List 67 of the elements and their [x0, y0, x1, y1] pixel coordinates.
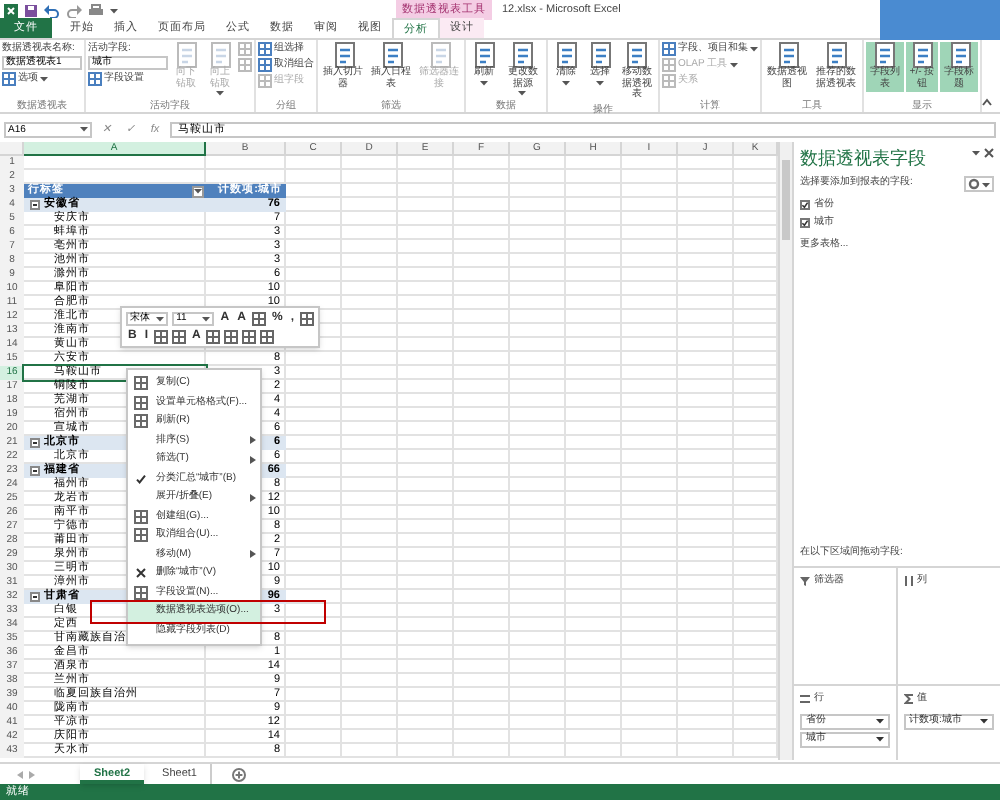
toolbar-button[interactable] — [224, 329, 239, 343]
submenu-arrow-icon — [250, 493, 256, 502]
account-panel — [880, 0, 1000, 40]
grid-icon — [134, 376, 148, 391]
grid-icon — [134, 395, 148, 410]
sigma-icon — [903, 694, 913, 705]
vertical-scrollbar[interactable] — [778, 142, 792, 760]
toolbar-button[interactable] — [206, 329, 221, 343]
grid-icon — [224, 329, 239, 343]
submenu-arrow-icon — [250, 455, 256, 464]
checkbox[interactable] — [800, 200, 810, 211]
caret-icon — [980, 718, 988, 724]
caret-icon — [110, 7, 118, 13]
caret-icon — [982, 181, 990, 187]
rows-icon — [800, 694, 810, 705]
toolbar-button[interactable] — [299, 311, 314, 325]
caret-icon — [729, 62, 738, 68]
grid-icon — [172, 329, 187, 343]
pane-title: 数据透视表字段 — [800, 148, 926, 170]
caret-icon — [972, 150, 980, 156]
x-icon — [136, 568, 146, 579]
caret-icon — [194, 188, 202, 194]
toolbar-button[interactable] — [172, 329, 187, 343]
funnel-icon — [800, 576, 810, 587]
toolbar-button[interactable] — [251, 311, 266, 325]
grid-icon — [242, 329, 257, 343]
submenu-arrow-icon — [250, 436, 256, 445]
columns-icon — [903, 576, 913, 587]
check-icon — [136, 473, 146, 484]
submenu-arrow-icon — [250, 550, 256, 559]
redo-icon — [66, 3, 82, 17]
grid-icon — [134, 509, 148, 524]
close-icon — [984, 148, 994, 158]
toolbar-button[interactable] — [154, 329, 169, 343]
grid-icon — [154, 329, 169, 343]
grid-icon — [299, 311, 314, 325]
grid-icon — [260, 329, 275, 343]
settings-button[interactable] — [964, 176, 994, 192]
caret-icon — [561, 79, 570, 85]
caret-icon — [875, 736, 883, 742]
caret-icon — [202, 315, 211, 321]
caret-icon — [595, 79, 604, 85]
caret-icon — [40, 76, 48, 82]
collapse-ribbon-icon — [982, 98, 993, 106]
add-sheet-button[interactable] — [232, 767, 247, 781]
settings-icon — [968, 178, 980, 190]
grid-icon — [134, 528, 148, 543]
next-sheet-icon — [28, 769, 36, 779]
plus-icon — [232, 767, 247, 781]
grid-icon — [88, 72, 102, 86]
toolbar-button[interactable] — [242, 329, 257, 343]
toolbar-button[interactable] — [260, 329, 275, 343]
caret-icon — [480, 79, 489, 85]
undo-icon — [44, 3, 60, 17]
caret-icon — [749, 46, 758, 52]
grid-icon — [134, 585, 148, 600]
grid-icon — [206, 329, 221, 343]
caret-icon — [156, 315, 165, 321]
caret-icon — [80, 126, 88, 132]
previous-sheet-icon — [16, 769, 24, 779]
grid-icon — [251, 311, 266, 325]
grid-icon — [134, 414, 148, 429]
caret-icon — [216, 90, 224, 96]
caret-icon — [518, 90, 527, 96]
filter-dropdown-button[interactable] — [192, 185, 204, 197]
checkbox[interactable] — [800, 217, 810, 228]
caret-icon — [875, 718, 883, 724]
